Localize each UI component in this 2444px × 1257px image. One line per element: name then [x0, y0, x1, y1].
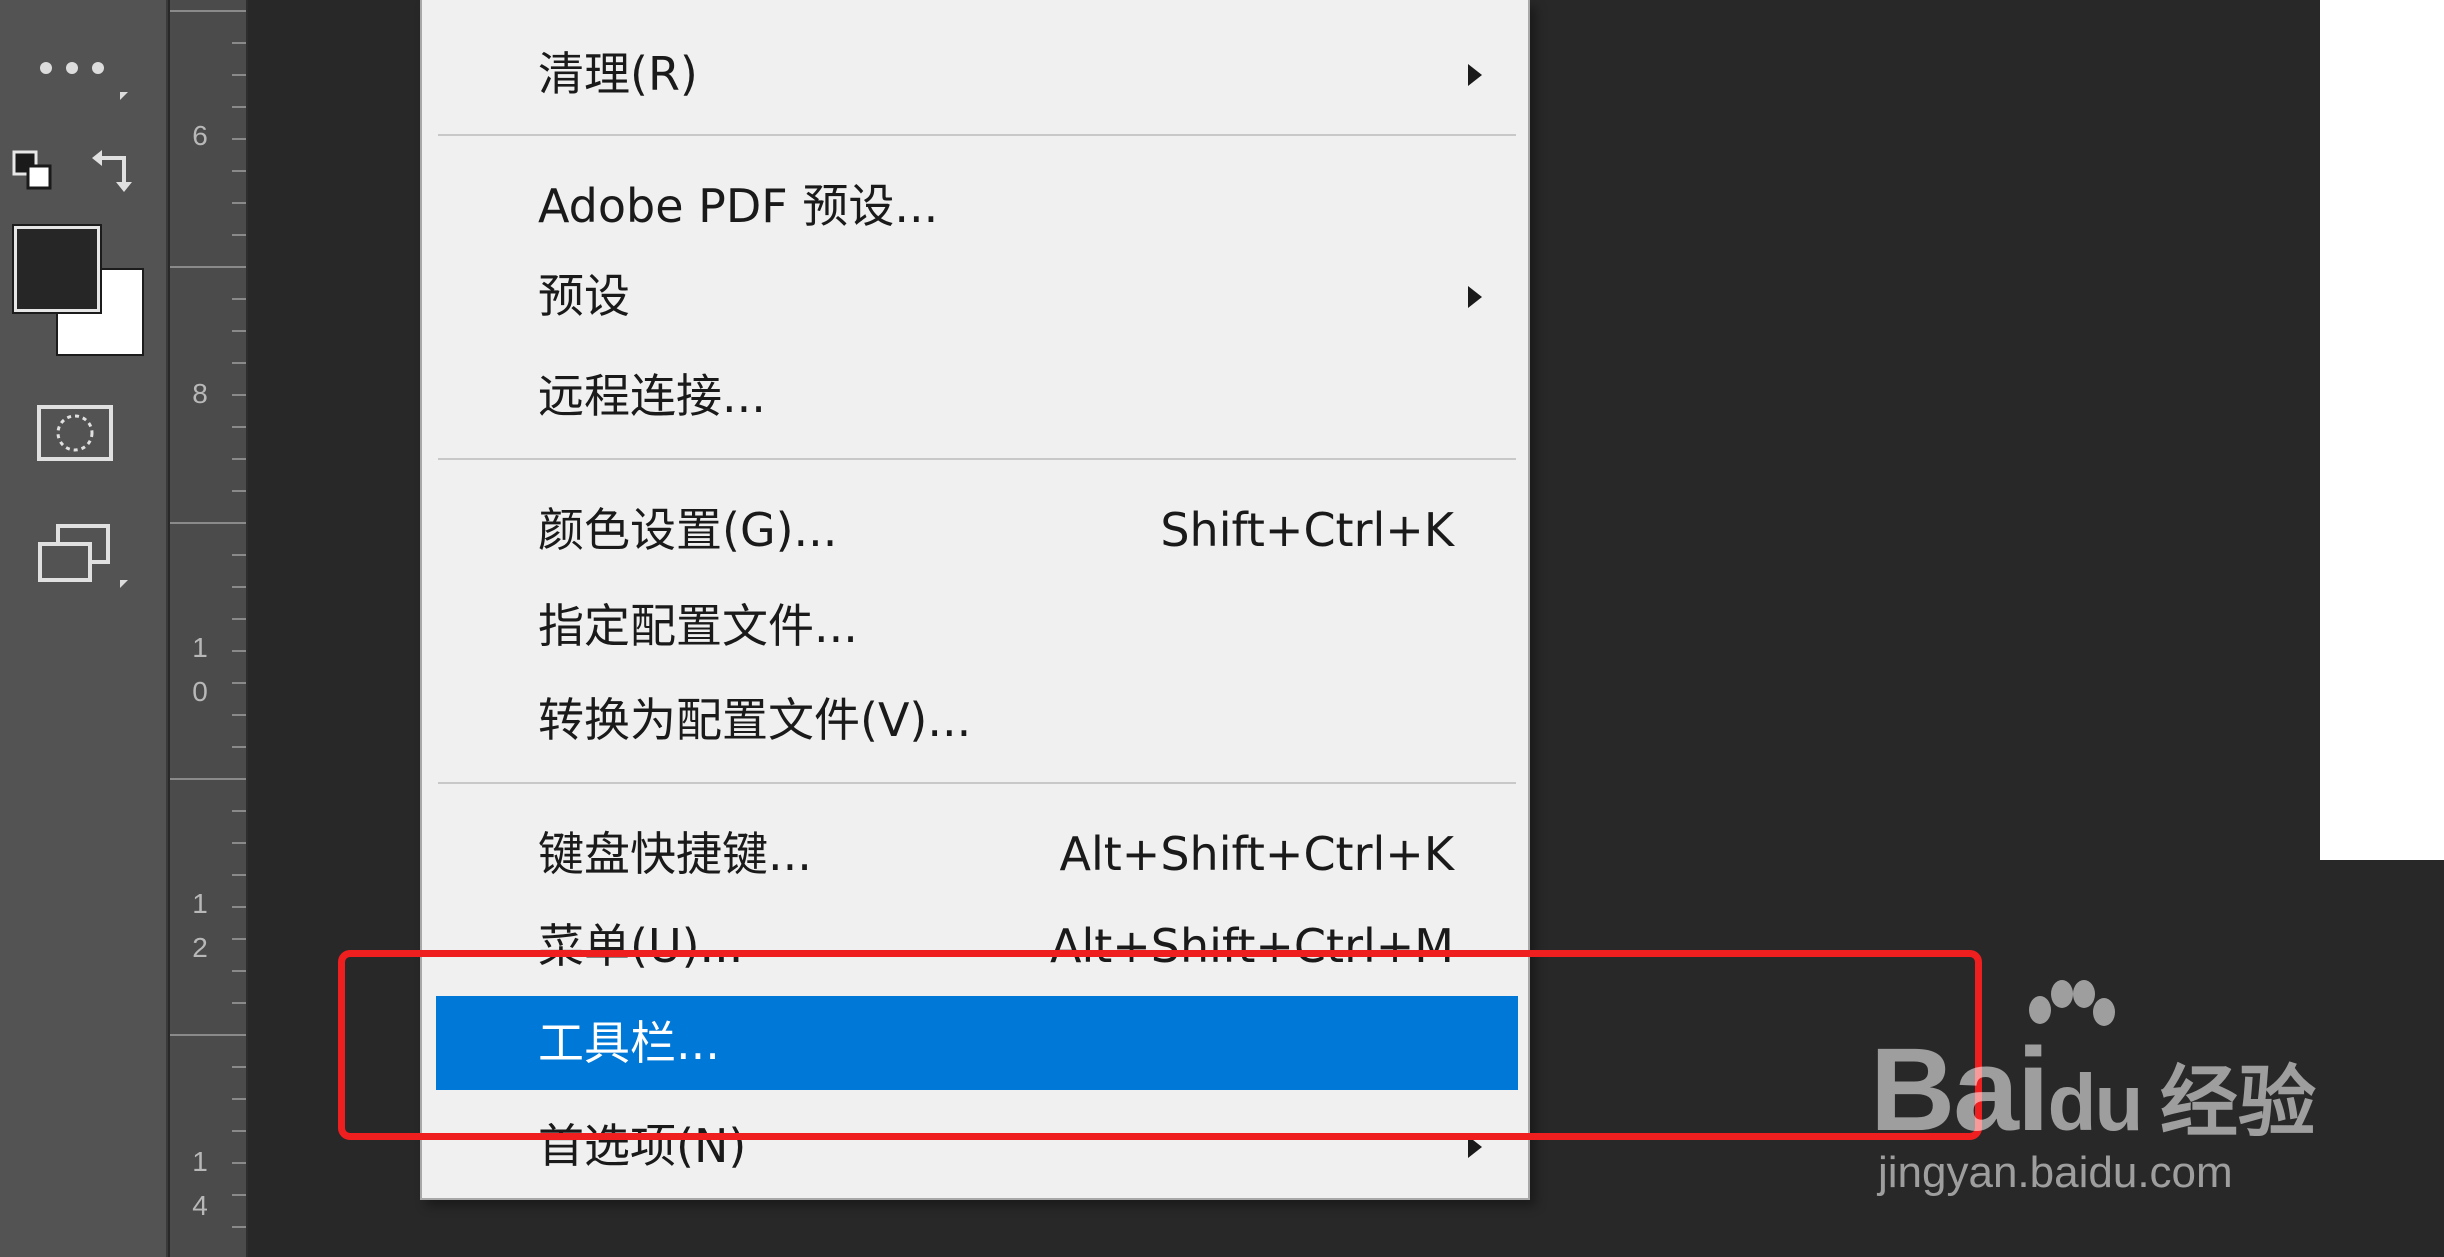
menu-item-label: 键盘快捷键... — [538, 827, 812, 881]
ruler-tick — [232, 906, 246, 908]
ruler-tick — [232, 330, 246, 332]
ruler-tick — [232, 874, 246, 876]
watermark-url: jingyan.baidu.com — [1878, 1148, 2233, 1197]
menu-item-label: 首选项(N) — [538, 1119, 747, 1173]
menu-item-toolbar[interactable]: 工具栏... — [436, 996, 1518, 1090]
menu-separator — [438, 134, 1516, 136]
ruler-tick — [232, 490, 246, 492]
foreground-color-swatch[interactable] — [14, 226, 100, 312]
document-canvas[interactable] — [2320, 0, 2444, 860]
ruler-tick — [232, 1194, 246, 1196]
menu-item-label: 预设 — [538, 269, 630, 323]
menu-item-preferences[interactable]: 首选项(N) — [436, 1102, 1518, 1190]
ruler-tick — [232, 650, 246, 652]
ruler-label: 4 — [192, 1190, 208, 1221]
ruler-tick — [232, 842, 246, 844]
ruler-tick — [232, 1162, 246, 1164]
menu-item-label: Adobe PDF 预设... — [538, 179, 939, 233]
quick-mask-icon[interactable] — [36, 404, 116, 464]
flyout-corner-icon — [120, 580, 128, 588]
swap-colors-icon[interactable] — [88, 146, 138, 196]
ruler-tick — [232, 554, 246, 556]
ruler-tick — [232, 170, 246, 172]
ruler-tick — [232, 362, 246, 364]
menu-separator — [438, 458, 1516, 460]
ruler-tick — [232, 1098, 246, 1100]
ruler-tick — [232, 298, 246, 300]
edit-menu-dropdown: 清理(R) Adobe PDF 预设... 预设 远程连接... 颜色设置(G)… — [420, 0, 1530, 1200]
ruler-tick — [232, 234, 246, 236]
ruler-tick — [232, 394, 246, 396]
menu-item-label: 工具栏... — [538, 1016, 720, 1070]
menu-item-color-settings[interactable]: 颜色设置(G)... Shift+Ctrl+K — [436, 486, 1518, 574]
ruler-tick — [232, 42, 246, 44]
ruler-label: 2 — [192, 932, 208, 963]
ruler-tick — [232, 74, 246, 76]
menu-item-purge[interactable]: 清理(R) — [436, 30, 1518, 118]
ruler-tick — [232, 1226, 246, 1228]
ruler-tick — [170, 778, 246, 780]
flyout-corner-icon — [120, 92, 128, 100]
ruler-label: 1 — [192, 1146, 208, 1177]
ruler-tick — [232, 1002, 246, 1004]
ruler-tick — [232, 810, 246, 812]
menu-item-label: 指定配置文件... — [538, 599, 858, 653]
ruler-tick — [170, 1034, 246, 1036]
ruler-tick — [232, 426, 246, 428]
ruler-label: 6 — [192, 120, 208, 151]
menu-item-label: 颜色设置(G)... — [538, 503, 838, 557]
menu-item-label: 远程连接... — [538, 369, 766, 423]
ruler-tick — [170, 522, 246, 524]
ruler-tick — [232, 202, 246, 204]
ruler-tick — [232, 1130, 246, 1132]
menu-item-label: 转换为配置文件(V)... — [538, 693, 972, 747]
baidu-jingyan-watermark: Baidu 经验 jingyan.baidu.com — [1870, 980, 2320, 1210]
ruler-tick — [232, 106, 246, 108]
menu-item-remote-connections[interactable]: 远程连接... — [436, 352, 1518, 440]
menu-item-label: 清理(R) — [538, 47, 698, 101]
ruler-tick — [232, 682, 246, 684]
watermark-brand-cn: 经验 — [2160, 1058, 2317, 1148]
ruler-tick — [232, 938, 246, 940]
menu-item-shortcut: Shift+Ctrl+K — [1160, 503, 1454, 557]
menu-separator — [438, 782, 1516, 784]
tools-panel — [0, 0, 168, 1257]
default-colors-icon[interactable] — [12, 150, 56, 194]
menu-item-adobe-pdf-presets[interactable]: Adobe PDF 预设... — [436, 162, 1518, 250]
submenu-arrow-icon — [1468, 286, 1482, 308]
vertical-ruler: 6 8 1 0 1 2 1 4 — [170, 0, 248, 1257]
menu-item-presets[interactable]: 预设 — [436, 252, 1518, 340]
ruler-tick — [232, 1066, 246, 1068]
ruler-label: 8 — [192, 378, 208, 409]
ruler-tick — [232, 970, 246, 972]
watermark-brand: Baidu — [1870, 1024, 2143, 1156]
menu-item-keyboard-shortcuts[interactable]: 键盘快捷键... Alt+Shift+Ctrl+K — [436, 810, 1518, 898]
screen-mode-icon[interactable] — [36, 522, 116, 586]
menu-item-convert-to-profile[interactable]: 转换为配置文件(V)... — [436, 676, 1518, 764]
submenu-arrow-icon — [1468, 1136, 1482, 1158]
menu-item-shortcut: Alt+Shift+Ctrl+M — [1049, 919, 1454, 973]
menu-item-shortcut: Alt+Shift+Ctrl+K — [1059, 827, 1454, 881]
ruler-tick — [232, 618, 246, 620]
ruler-label: 1 — [192, 632, 208, 663]
ruler-tick — [232, 586, 246, 588]
ruler-tick — [232, 746, 246, 748]
menu-item-assign-profile[interactable]: 指定配置文件... — [436, 582, 1518, 670]
submenu-arrow-icon — [1468, 64, 1482, 86]
more-tools-icon[interactable] — [40, 52, 120, 82]
menu-item-label: 菜单(U)... — [538, 919, 744, 973]
ruler-tick — [232, 714, 246, 716]
ruler-tick — [232, 458, 246, 460]
ruler-tick — [170, 266, 246, 268]
ruler-label: 1 — [192, 888, 208, 919]
ruler-tick — [170, 10, 246, 12]
ruler-label: 0 — [192, 676, 208, 707]
menu-item-menus[interactable]: 菜单(U)... Alt+Shift+Ctrl+M — [436, 902, 1518, 990]
ruler-tick — [232, 138, 246, 140]
